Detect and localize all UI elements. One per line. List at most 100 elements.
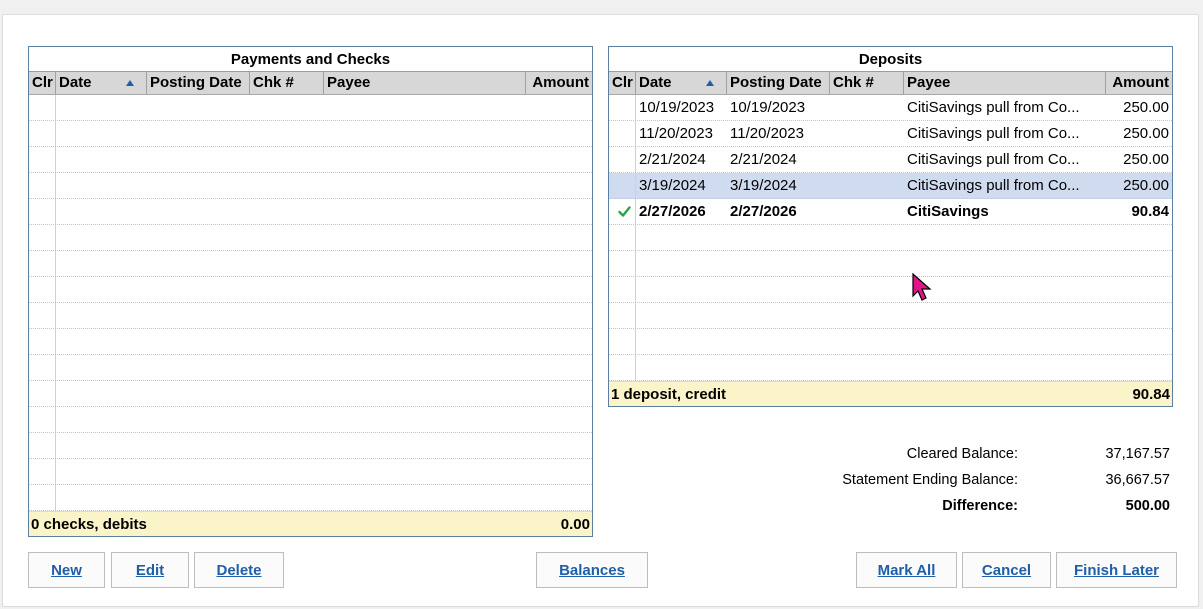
checkmark-icon (618, 206, 631, 217)
payments-panel: Payments and Checks Clr Date Posting Dat… (28, 46, 593, 537)
payments-col-chk[interactable]: Chk # (250, 72, 324, 94)
deposit-date-cell: 11/20/2023 (639, 125, 713, 142)
deposit-clr-cell[interactable] (609, 329, 636, 354)
deposits-col-amount[interactable]: Amount (1106, 72, 1172, 94)
deposit-row[interactable]: 10/19/2023 10/19/2023 CitiSavings pull fro… (609, 95, 1172, 121)
deposit-clr-cell[interactable] (609, 95, 636, 120)
deposit-amount-cell (1106, 225, 1172, 250)
deposits-col-clr[interactable]: Clr (609, 72, 636, 94)
deposits-col-date[interactable]: Date (636, 72, 727, 94)
deposit-row (609, 251, 1172, 277)
payments-list[interactable] (29, 95, 592, 511)
deposit-clr-cell[interactable] (609, 121, 636, 146)
deposit-clr-cell[interactable] (609, 147, 636, 172)
deposit-clr-cell[interactable] (609, 355, 636, 380)
payment-row (29, 329, 592, 355)
payment-clr-cell (29, 329, 56, 354)
deposit-row (609, 355, 1172, 381)
payments-col-date[interactable]: Date (56, 72, 147, 94)
deposit-payee-cell: CitiSavings pull from Co... (907, 99, 1080, 116)
payment-clr-cell (29, 485, 56, 510)
deposit-amount-cell: 250.00 (1123, 125, 1169, 142)
deposit-payee-cell (904, 303, 1106, 328)
deposits-col-posting-date[interactable]: Posting Date (727, 72, 830, 94)
deposit-chk-cell (830, 225, 904, 250)
payments-col-payee[interactable]: Payee (324, 72, 526, 94)
finish-later-button[interactable]: Finish Later (1056, 552, 1177, 588)
deposit-clr-cell[interactable] (609, 225, 636, 250)
deposit-chk-cell (830, 95, 904, 120)
payment-clr-cell (29, 433, 56, 458)
deposit-amount-cell: 250.00 (1123, 99, 1169, 116)
deposits-col-chk[interactable]: Chk # (830, 72, 904, 94)
deposits-col-date-label: Date (639, 74, 672, 91)
cleared-balance-value: 37,167.57 (1105, 446, 1170, 462)
edit-button[interactable]: Edit (111, 552, 189, 588)
deposit-chk-cell (830, 147, 904, 172)
deposits-panel: Deposits Clr Date Posting Date Chk # Pay… (608, 46, 1173, 407)
mouse-pointer-icon (912, 273, 932, 301)
deposit-payee-cell (904, 225, 1106, 250)
payment-clr-cell (29, 303, 56, 328)
mark-all-button[interactable]: Mark All (856, 552, 957, 588)
deposit-row[interactable]: 11/20/2023 11/20/2023 CitiSavings pull fro… (609, 121, 1172, 147)
deposit-row (609, 303, 1172, 329)
payment-row (29, 355, 592, 381)
sort-ascending-icon (706, 80, 714, 86)
deposit-date-cell: 2/21/2024 (639, 151, 706, 168)
deposit-chk-cell (830, 251, 904, 276)
deposit-payee-cell: CitiSavings pull from Co... (907, 177, 1080, 194)
deposit-chk-cell (830, 329, 904, 354)
payment-row (29, 459, 592, 485)
deposit-date-cell (636, 277, 727, 302)
deposit-payee-cell: CitiSavings pull from Co... (907, 151, 1080, 168)
deposit-amount-cell (1106, 277, 1172, 302)
deposit-posting-date-cell (727, 329, 830, 354)
deposit-row[interactable]: 2/21/2024 2/21/2024 CitiSavings pull from … (609, 147, 1172, 173)
deposit-payee-cell (904, 329, 1106, 354)
payments-footer: 0 checks, debits 0.00 (29, 511, 592, 536)
deposit-chk-cell (830, 277, 904, 302)
cleared-balance-label: Cleared Balance: (906, 446, 1018, 462)
deposits-col-payee[interactable]: Payee (904, 72, 1106, 94)
payment-row (29, 433, 592, 459)
deposit-posting-date-cell (727, 251, 830, 276)
deposit-clr-cell[interactable] (609, 251, 636, 276)
deposit-clr-cell[interactable] (609, 199, 636, 224)
payment-row (29, 121, 592, 147)
deposit-row[interactable]: 3/19/2024 3/19/2024 CitiSavings pull from … (609, 173, 1172, 199)
deposit-chk-cell (830, 121, 904, 146)
payment-row (29, 173, 592, 199)
deposit-row[interactable]: 2/27/2026 2/27/2026 CitiSavings 90.84 (609, 199, 1172, 225)
balances-button[interactable]: Balances (536, 552, 648, 588)
deposit-payee-cell: CitiSavings pull from Co... (907, 125, 1080, 142)
balance-summary: Cleared Balance: 37,167.57 Statement End… (842, 446, 1170, 526)
deposit-clr-cell[interactable] (609, 303, 636, 328)
deposit-posting-date-cell (727, 277, 830, 302)
deposit-posting-date-cell (727, 303, 830, 328)
payments-col-clr[interactable]: Clr (29, 72, 56, 94)
deposit-chk-cell (830, 173, 904, 198)
deposit-amount-cell: 90.84 (1131, 203, 1169, 220)
delete-button[interactable]: Delete (194, 552, 284, 588)
payment-clr-cell (29, 459, 56, 484)
deposit-row (609, 225, 1172, 251)
payment-row (29, 277, 592, 303)
deposit-clr-cell[interactable] (609, 277, 636, 302)
deposit-posting-date-cell: 11/20/2023 (730, 125, 804, 142)
deposits-list[interactable]: 10/19/2023 10/19/2023 CitiSavings pull fro… (609, 95, 1172, 381)
deposits-header: Clr Date Posting Date Chk # Payee Amount (609, 72, 1172, 95)
payments-footer-label: 0 checks, debits (31, 515, 147, 533)
deposit-amount-cell (1106, 355, 1172, 380)
payments-col-amount[interactable]: Amount (526, 72, 592, 94)
new-button[interactable]: New (28, 552, 105, 588)
payments-col-posting-date[interactable]: Posting Date (147, 72, 250, 94)
deposit-clr-cell[interactable] (609, 173, 636, 198)
deposit-date-cell: 3/19/2024 (639, 177, 706, 194)
payments-col-date-label: Date (59, 74, 92, 91)
deposit-posting-date-cell: 10/19/2023 (730, 99, 806, 116)
payment-clr-cell (29, 355, 56, 380)
payment-clr-cell (29, 381, 56, 406)
deposit-date-cell (636, 251, 727, 276)
cancel-button[interactable]: Cancel (962, 552, 1051, 588)
